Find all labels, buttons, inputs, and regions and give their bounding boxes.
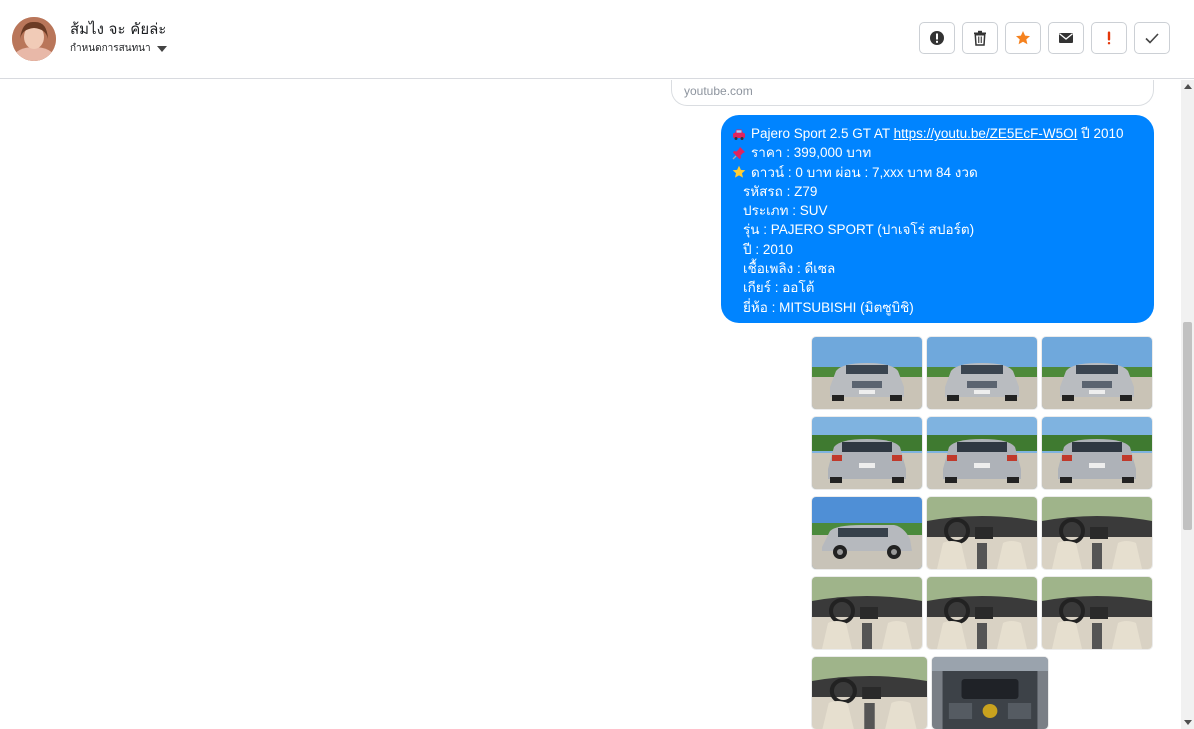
car-icon (732, 127, 746, 141)
conversation-settings-label: กำหนดการสนทนา (70, 43, 151, 54)
info-icon (930, 31, 944, 45)
delete-button[interactable] (962, 22, 998, 54)
scrollbar-thumb[interactable] (1183, 322, 1192, 530)
star-button[interactable] (1005, 22, 1041, 54)
car-photo-5[interactable] (927, 417, 1037, 489)
down-payment-text: ดาวน์ : 0 บาท ผ่อน : 7,xxx บาท 84 งวด (751, 164, 978, 180)
conversation-settings-dropdown[interactable]: กำหนดการสนทนา (70, 41, 167, 56)
link-preview-card[interactable]: youtube.com (671, 80, 1154, 106)
car-year-text: ปี : 2010 (743, 241, 793, 257)
scroll-down-arrow-icon[interactable] (1184, 720, 1192, 725)
mail-icon (1059, 33, 1073, 43)
star-emoji-icon (732, 165, 746, 179)
car-photo-12[interactable] (1042, 577, 1152, 649)
scroll-up-arrow-icon[interactable] (1184, 84, 1192, 89)
car-model-text: รุ่น : PAJERO SPORT (ปาเจโร่ สปอร์ต) (743, 222, 975, 238)
car-photo-2[interactable] (927, 337, 1037, 409)
exclamation-icon (1107, 31, 1111, 45)
contact-avatar[interactable] (12, 17, 56, 61)
mark-important-button[interactable] (1091, 22, 1127, 54)
message-line-title: Pajero Sport 2.5 GT AT https://youtu.be/… (732, 124, 1144, 143)
trash-icon (974, 30, 986, 46)
conversation-header: ส้มไง จะ คัยล่ะ กำหนดการสนทนา (0, 0, 1194, 79)
youtube-link[interactable]: https://youtu.be/ZE5EcF-W5OI (894, 124, 1078, 143)
car-fuel-text: เชื้อเพลิง : ดีเซล (743, 261, 836, 277)
scrollbar[interactable] (1181, 80, 1194, 729)
check-icon (1145, 33, 1159, 44)
star-icon (1016, 31, 1030, 45)
link-preview-domain: youtube.com (684, 84, 753, 98)
mark-done-button[interactable] (1134, 22, 1170, 54)
header-actions (919, 22, 1170, 54)
car-photo-11[interactable] (927, 577, 1037, 649)
message-title-suffix: ปี 2010 (1077, 126, 1124, 141)
info-button[interactable] (919, 22, 955, 54)
car-photo-14[interactable] (932, 657, 1048, 729)
car-code-text: รหัสรถ : Z79 (743, 183, 818, 199)
car-photo-3[interactable] (1042, 337, 1152, 409)
car-photo-9[interactable] (1042, 497, 1152, 569)
car-photo-13[interactable] (812, 657, 927, 729)
pushpin-icon (732, 146, 746, 160)
mail-button[interactable] (1048, 22, 1084, 54)
car-photo-8[interactable] (927, 497, 1037, 569)
car-photo-10[interactable] (812, 577, 922, 649)
message-line-price: ราคา : 399,000 บาท (732, 143, 1144, 162)
car-photo-1[interactable] (812, 337, 922, 409)
price-text: ราคา : 399,000 บาท (751, 145, 872, 161)
car-photo-4[interactable] (812, 417, 922, 489)
car-type-text: ประเภท : SUV (743, 203, 828, 219)
caret-down-icon (156, 45, 167, 52)
contact-name[interactable]: ส้มไง จะ คัยล่ะ (70, 17, 166, 41)
message-bubble: Pajero Sport 2.5 GT AT https://youtu.be/… (721, 115, 1154, 323)
message-title-text: Pajero Sport 2.5 GT AT (751, 126, 894, 141)
car-photo-7[interactable] (812, 497, 922, 569)
car-photo-6[interactable] (1042, 417, 1152, 489)
message-line-down: ดาวน์ : 0 บาท ผ่อน : 7,xxx บาท 84 งวด (732, 163, 1144, 182)
message-thread[interactable]: youtube.com Pajero Sport 2.5 GT AT https… (0, 80, 1180, 729)
car-brand-text: ยี่ห้อ : MITSUBISHI (มิตซูบิชิ) (743, 299, 914, 315)
car-gear-text: เกียร์ : ออโต้ (743, 280, 815, 296)
